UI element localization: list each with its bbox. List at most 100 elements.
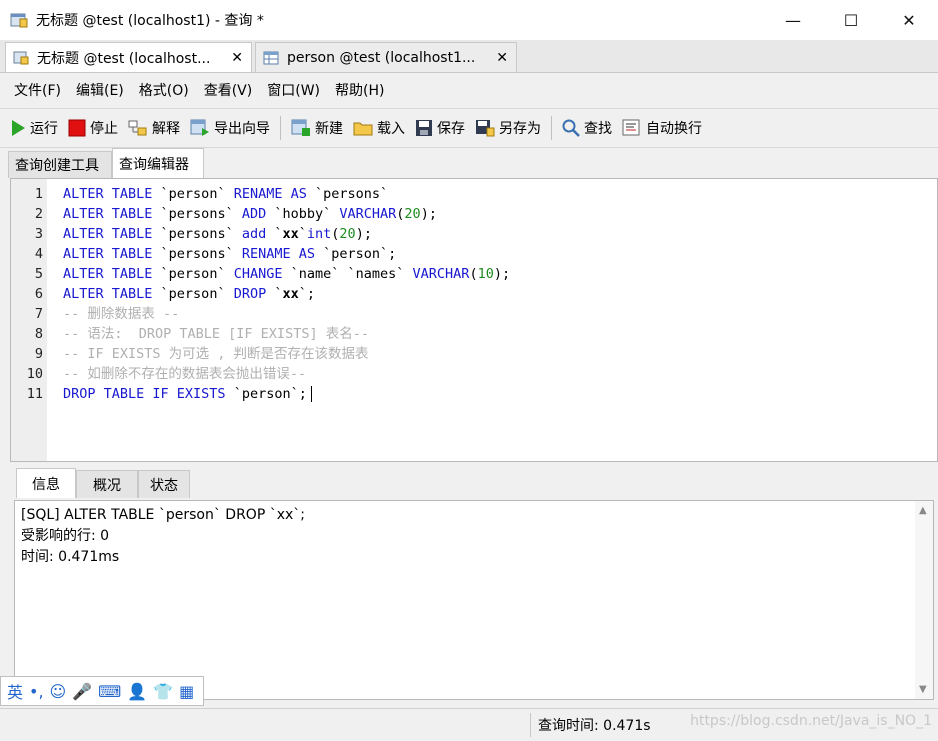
sql-editor[interactable]: 1 ALTER TABLE `person` RENAME AS `persons… — [10, 178, 938, 462]
ime-mic-icon[interactable]: 🎤 — [72, 682, 92, 701]
code-text: ALTER TABLE `person` RENAME AS `persons` — [63, 184, 388, 204]
code-token: -- 语法: DROP TABLE [IF EXISTS] 表名-- — [63, 326, 369, 342]
code-token: ( — [469, 266, 478, 282]
code-line: 1 ALTER TABLE `person` RENAME AS `persons… — [11, 184, 388, 204]
window-title: 无标题 @test (localhost1) - 查询 * — [36, 13, 264, 29]
scroll-down-icon[interactable]: ▼ — [919, 684, 927, 695]
code-token: `person` — [160, 266, 234, 282]
line-number: 3 — [34, 226, 43, 242]
tab-overview[interactable]: 概况 — [76, 470, 138, 498]
find-label: 查找 — [584, 121, 612, 137]
tab-query-builder[interactable]: 查询创建工具 — [8, 151, 112, 178]
load-button[interactable]: 载入 — [353, 118, 405, 138]
code-line: 5 ALTER TABLE `person` CHANGE `name` `nam… — [11, 264, 510, 284]
minimize-button[interactable]: — — [764, 0, 822, 40]
tab-label: person @test (localhost1... — [287, 49, 476, 66]
code-line: 3 ALTER TABLE `persons` add `xx`int(20); — [11, 224, 372, 244]
menu-view[interactable]: 查看(V) — [204, 80, 253, 100]
menu-bar: 文件(F) 编辑(E) 格式(O) 查看(V) 窗口(W) 帮助(H) — [0, 76, 938, 104]
code-text: ALTER TABLE `persons` add `xx`int(20); — [63, 224, 372, 244]
tab-label: 无标题 @test (localhost... — [37, 50, 211, 67]
text-caret — [310, 386, 312, 402]
tab-person-table[interactable]: person @test (localhost1... ✕ — [255, 42, 517, 72]
save-icon — [416, 120, 432, 136]
code-token: `persons` — [160, 246, 242, 262]
code-lines: 1 ALTER TABLE `person` RENAME AS `persons… — [11, 184, 510, 404]
info-scrollbar[interactable]: ▲ ▼ — [915, 501, 933, 699]
save-as-icon — [476, 120, 495, 137]
ime-keyboard-icon[interactable]: ⌨ — [98, 682, 121, 701]
info-sql-line: [SQL] ALTER TABLE `person` DROP `xx`; — [21, 507, 305, 523]
line-number: 11 — [26, 386, 43, 402]
menu-format[interactable]: 格式(O) — [139, 80, 189, 100]
code-line: 7 -- 删除数据表 -- — [11, 304, 179, 324]
word-wrap-button[interactable]: 自动换行 — [622, 118, 702, 138]
code-text: -- 删除数据表 -- — [63, 304, 179, 324]
info-panel[interactable]: [SQL] ALTER TABLE `person` DROP `xx`; 受影… — [14, 500, 934, 700]
save-button[interactable]: 保存 — [415, 118, 465, 138]
code-token: 20 — [339, 226, 356, 242]
code-text: ALTER TABLE `persons` RENAME AS `person`… — [63, 244, 396, 264]
ime-language-icon[interactable]: 英 — [7, 679, 23, 703]
code-line: 4 ALTER TABLE `persons` RENAME AS `person… — [11, 244, 396, 264]
document-tab-strip: 无标题 @test (localhost... ✕ person @test (… — [0, 40, 938, 73]
close-tab-icon[interactable]: ✕ — [231, 50, 243, 66]
menu-window[interactable]: 窗口(W) — [267, 80, 320, 100]
menu-file[interactable]: 文件(F) — [14, 80, 61, 100]
query-tab-icon — [13, 51, 29, 64]
export-wizard-button[interactable]: 导出向导 — [190, 118, 270, 138]
toolbar: 运行 停止 解释 导出向导 新建 载入 保存 另存为 查找 自动换行 — [0, 108, 938, 148]
line-number: 4 — [34, 246, 43, 262]
toolbar-separator — [280, 116, 281, 140]
code-token: RENAME AS — [233, 186, 315, 202]
scroll-up-icon[interactable]: ▲ — [919, 505, 927, 516]
code-token: ` — [298, 226, 307, 242]
save-as-button[interactable]: 另存为 — [475, 118, 541, 138]
status-bar: 查询时间: 0.471s https://blog.csdn.net/Java_… — [0, 708, 938, 741]
export-wizard-label: 导出向导 — [214, 121, 270, 137]
tab-status[interactable]: 状态 — [138, 470, 190, 498]
tab-untitled-query[interactable]: 无标题 @test (localhost... ✕ — [5, 42, 252, 72]
code-text: ALTER TABLE `person` CHANGE `name` `name… — [63, 264, 510, 284]
code-text: DROP TABLE IF EXISTS `person`; — [63, 384, 312, 404]
close-tab-icon[interactable]: ✕ — [496, 50, 508, 66]
new-button[interactable]: 新建 — [291, 118, 343, 138]
run-button[interactable]: 运行 — [10, 118, 58, 138]
code-token: ); — [355, 226, 372, 242]
code-token: `persons` — [314, 186, 389, 202]
explain-button[interactable]: 解释 — [128, 118, 180, 138]
code-token: `person` — [160, 186, 234, 202]
line-number: 10 — [26, 366, 43, 382]
menu-help[interactable]: 帮助(H) — [335, 80, 384, 100]
search-icon — [562, 119, 580, 137]
load-label: 载入 — [377, 121, 405, 137]
ime-punctuation-icon[interactable]: •, — [29, 682, 44, 701]
ime-user-icon[interactable]: 👤 — [127, 682, 147, 701]
title-bar: 无标题 @test (localhost1) - 查询 * — ☐ ✕ — [0, 0, 938, 40]
tab-query-editor[interactable]: 查询编辑器 — [112, 148, 204, 178]
code-token: -- IF EXISTS 为可选 , 判断是否存在该数据表 — [63, 346, 369, 362]
menu-edit[interactable]: 编辑(E) — [76, 80, 124, 100]
ime-grid-icon[interactable]: ▦ — [179, 682, 194, 701]
word-wrap-icon — [622, 119, 640, 136]
watermark: https://blog.csdn.net/Java_is_NO_1 — [690, 713, 932, 729]
code-token: ADD — [241, 206, 275, 222]
ime-emoji-icon[interactable]: ☺ — [50, 682, 67, 701]
ime-skin-icon[interactable]: 👕 — [153, 682, 173, 701]
new-query-icon — [291, 119, 310, 136]
tab-info[interactable]: 信息 — [16, 468, 76, 498]
stop-button[interactable]: 停止 — [68, 118, 118, 138]
code-token: `person`; — [323, 246, 397, 262]
code-token: ALTER TABLE — [63, 226, 161, 242]
close-window-button[interactable]: ✕ — [880, 0, 938, 40]
code-token: ALTER TABLE — [63, 266, 161, 282]
code-text: ALTER TABLE `person` DROP `xx`; — [63, 284, 315, 304]
code-line: 9 -- IF EXISTS 为可选 , 判断是否存在该数据表 — [11, 344, 369, 364]
code-text: ALTER TABLE `persons` ADD `hobby` VARCHA… — [63, 204, 437, 224]
line-number: 8 — [34, 326, 43, 342]
maximize-button[interactable]: ☐ — [822, 0, 880, 40]
find-button[interactable]: 查找 — [562, 118, 612, 138]
code-token: ALTER TABLE — [63, 246, 161, 262]
export-icon — [190, 119, 209, 136]
toolbar-separator — [551, 116, 552, 140]
